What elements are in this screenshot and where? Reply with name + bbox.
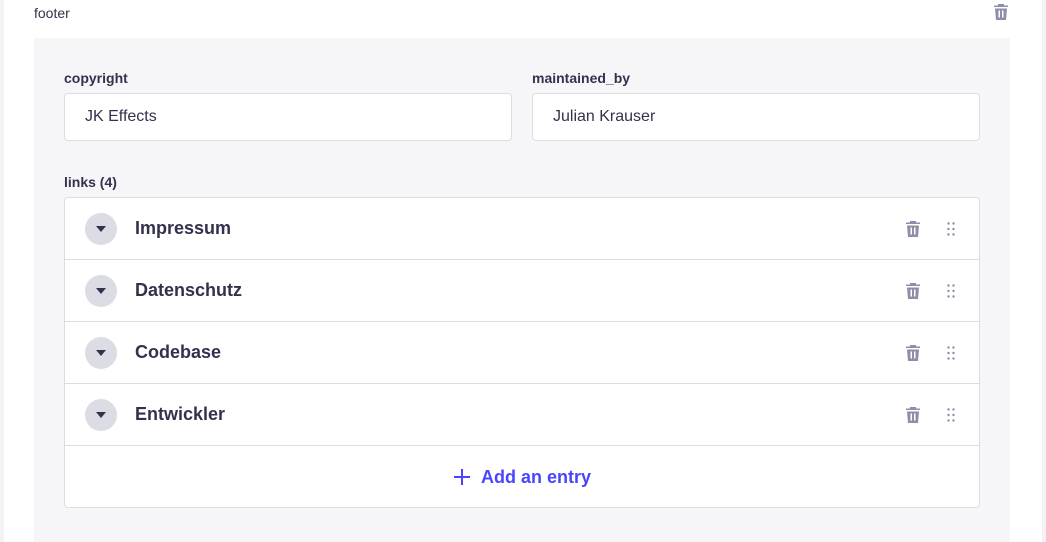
link-row-datenschutz[interactable]: Datenschutz — [65, 260, 979, 322]
drag-handle-icon[interactable] — [943, 406, 959, 424]
plus-icon — [453, 468, 471, 486]
trash-icon[interactable] — [905, 406, 921, 424]
add-entry-label: Add an entry — [480, 466, 591, 487]
trash-icon[interactable] — [905, 282, 921, 300]
link-row-codebase[interactable]: Codebase — [65, 322, 979, 384]
link-row-impressum[interactable]: Impressum — [65, 198, 979, 260]
chevron-down-icon[interactable] — [85, 399, 117, 431]
maintained-by-label: maintained_by — [532, 70, 631, 86]
chevron-down-icon[interactable] — [85, 213, 117, 245]
links-label: links (4) — [64, 174, 117, 190]
delete-component-trash-icon[interactable] — [992, 3, 1010, 21]
component-frame: footer copyright maintained_by links (4)… — [4, 0, 1042, 542]
add-entry-button[interactable]: Add an entry — [65, 447, 979, 507]
component-title: footer — [34, 5, 70, 21]
link-row-label: Impressum — [135, 218, 232, 238]
drag-handle-icon[interactable] — [943, 220, 959, 238]
component-header: footer — [34, 0, 1010, 30]
link-row-label: Datenschutz — [135, 280, 243, 300]
copyright-input[interactable] — [64, 93, 512, 141]
link-row-label: Entwickler — [135, 404, 226, 424]
link-row-label: Codebase — [135, 342, 222, 362]
links-list: Impressum Datenschutz Codebase Entwickle… — [64, 197, 980, 508]
chevron-down-icon[interactable] — [85, 337, 117, 369]
drag-handle-icon[interactable] — [943, 344, 959, 362]
copyright-label: copyright — [64, 70, 128, 86]
component-panel: copyright maintained_by links (4) Impres… — [34, 38, 1010, 542]
chevron-down-icon[interactable] — [85, 275, 117, 307]
trash-icon[interactable] — [905, 220, 921, 238]
trash-icon[interactable] — [905, 344, 921, 362]
drag-handle-icon[interactable] — [943, 282, 959, 300]
maintained-by-input[interactable] — [532, 93, 980, 141]
link-row-entwickler[interactable]: Entwickler — [65, 384, 979, 446]
